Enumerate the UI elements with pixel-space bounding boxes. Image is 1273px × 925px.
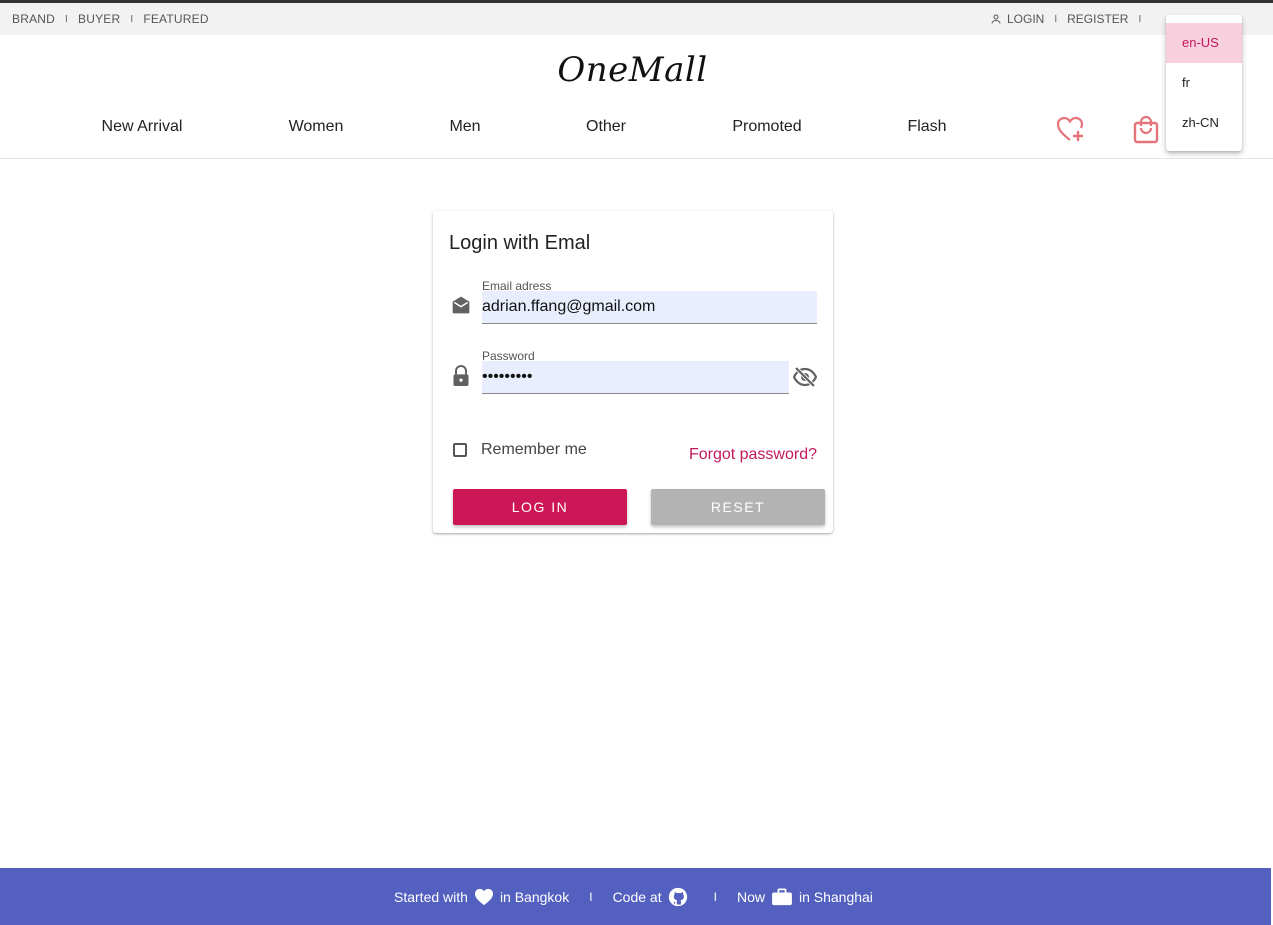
password-field[interactable] (482, 361, 789, 394)
brand-link[interactable]: BRAND (12, 12, 55, 26)
nav-item-flash[interactable]: Flash (907, 118, 946, 136)
separator: I (65, 13, 68, 25)
login-card: Login with Emal Email adress Password Re… (433, 211, 833, 533)
remember-me-checkbox[interactable] (453, 443, 467, 457)
footer-in-bangkok: in Bangkok (499, 889, 570, 905)
top-utility-bar: BRAND I BUYER I FEATURED LOGIN I REGISTE… (0, 0, 1273, 35)
email-open-icon (452, 296, 470, 314)
footer-started-with: Started with (394, 889, 468, 905)
footer-code-at: Code at (612, 889, 662, 905)
login-button[interactable]: LOG IN (453, 489, 627, 525)
separator: I (1138, 13, 1142, 25)
featured-link[interactable]: FEATURED (143, 12, 208, 26)
footer-now: Now (736, 889, 765, 905)
remember-me-row[interactable]: Remember me (453, 441, 587, 459)
site-logo[interactable]: OneMall (0, 50, 1265, 90)
remember-me-label[interactable]: Remember me (481, 441, 587, 459)
user-icon (991, 14, 1001, 24)
top-right-links: LOGIN I REGISTER I (990, 12, 1151, 26)
separator: I (1054, 13, 1058, 25)
language-option-en-us[interactable]: en-US (1166, 23, 1242, 63)
footer-row: Started with in Bangkok I Code at I Now … (394, 887, 873, 907)
nav-item-men[interactable]: Men (449, 118, 480, 136)
login-link[interactable]: LOGIN (1007, 12, 1044, 26)
language-menu: en-US fr zh-CN (1166, 15, 1242, 151)
github-icon[interactable] (668, 887, 688, 907)
lock-icon (453, 365, 469, 386)
shopping-bag-icon[interactable] (1132, 114, 1160, 144)
nav-item-new-arrival[interactable]: New Arrival (102, 118, 183, 136)
language-option-zh-cn[interactable]: zh-CN (1166, 103, 1242, 143)
buyer-link[interactable]: BUYER (78, 12, 120, 26)
heart-icon (474, 888, 493, 906)
eye-off-icon[interactable] (793, 366, 817, 388)
login-card-title: Login with Emal (449, 232, 591, 254)
nav-item-promoted[interactable]: Promoted (732, 118, 801, 136)
top-left-links: BRAND I BUYER I FEATURED (12, 12, 209, 26)
register-link[interactable]: REGISTER (1067, 12, 1128, 26)
header-divider (0, 158, 1273, 159)
footer-in-shanghai: in Shanghai (798, 889, 873, 905)
email-field[interactable] (482, 291, 817, 324)
nav-item-women[interactable]: Women (289, 118, 344, 136)
footer-separator: I (713, 890, 717, 904)
heart-plus-icon[interactable] (1055, 114, 1085, 144)
nav-item-other[interactable]: Other (586, 118, 626, 136)
briefcase-icon (772, 888, 792, 906)
language-option-fr[interactable]: fr (1166, 63, 1242, 103)
separator: I (130, 13, 134, 25)
footer-separator: I (589, 890, 593, 904)
forgot-password-link[interactable]: Forgot password? (689, 446, 817, 464)
footer: Started with in Bangkok I Code at I Now … (0, 868, 1271, 925)
reset-button[interactable]: RESET (651, 489, 825, 525)
